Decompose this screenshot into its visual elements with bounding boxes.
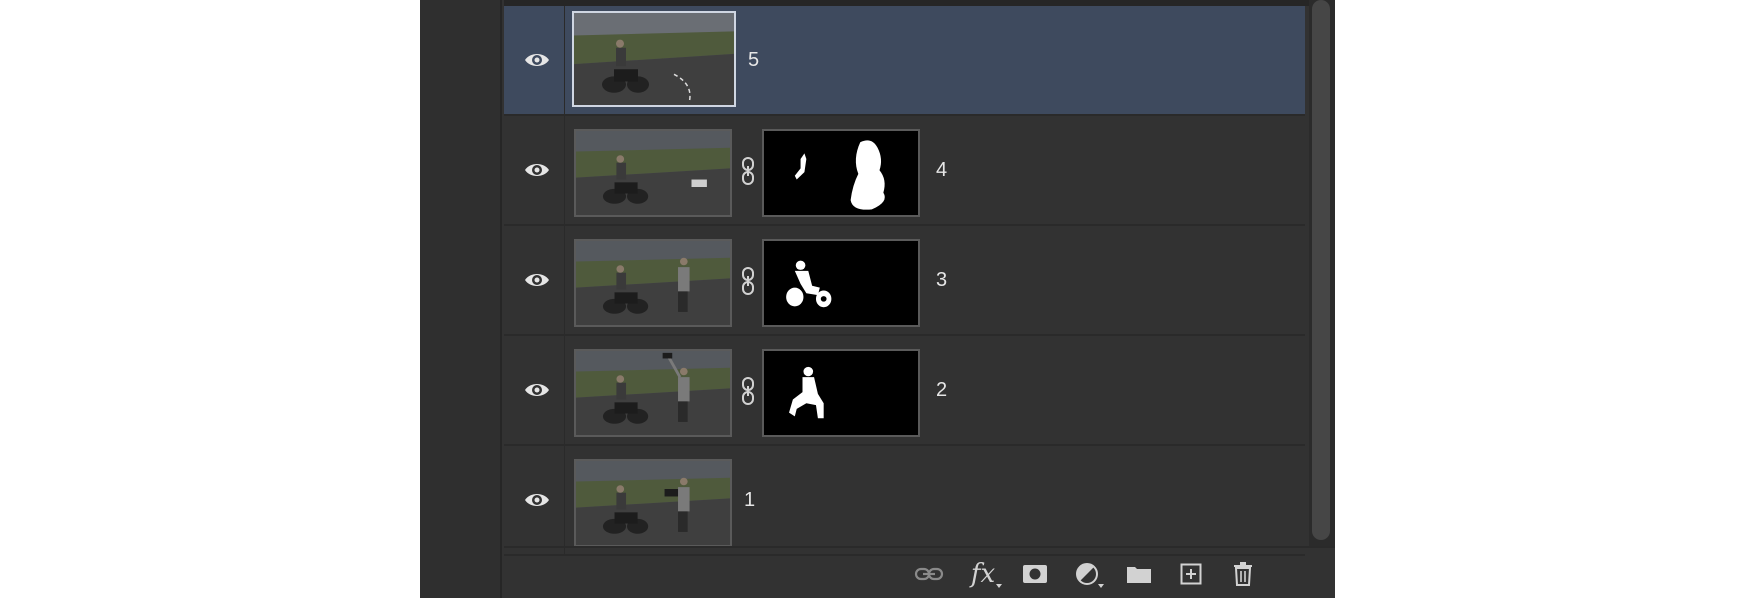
add-mask-icon	[1023, 565, 1047, 583]
new-layer-icon	[1180, 563, 1202, 585]
eye-icon[interactable]	[524, 50, 550, 70]
layer-mask-thumbnail[interactable]	[762, 239, 920, 327]
fx-icon: fx	[970, 559, 996, 589]
layer-name[interactable]: 4	[936, 159, 947, 182]
eye-icon[interactable]	[524, 380, 550, 400]
scrollbar-thumb[interactable]	[1312, 0, 1330, 540]
layer-name[interactable]: 1	[744, 489, 755, 512]
new-group-button[interactable]	[1122, 558, 1156, 590]
visibility-cell[interactable]	[504, 116, 565, 224]
layer-thumbnail[interactable]	[574, 129, 732, 217]
delete-layer-icon	[1234, 562, 1252, 586]
dropdown-triangle-icon	[996, 584, 1002, 588]
eye-icon[interactable]	[524, 160, 550, 180]
layer-style-button[interactable]: fx	[966, 558, 1002, 590]
visibility-cell[interactable]	[504, 6, 565, 114]
layer-name[interactable]: 2	[936, 379, 947, 402]
layers-panel: 5 4 3 2 1 fx	[420, 0, 1335, 598]
adjustment-layer-icon	[1076, 563, 1098, 585]
layer-row-2[interactable]: 2	[504, 336, 1305, 446]
layer-mask-thumbnail[interactable]	[762, 349, 920, 437]
layers-footer-toolbar: fx	[504, 546, 1335, 600]
layer-row-1[interactable]: 1	[504, 446, 1305, 556]
layer-mask-thumbnail[interactable]	[762, 129, 920, 217]
eye-icon[interactable]	[524, 490, 550, 510]
mask-link-icon[interactable]	[740, 376, 756, 406]
layer-list: 5 4 3 2 1	[504, 6, 1305, 556]
visibility-cell[interactable]	[504, 446, 565, 554]
mask-link-icon[interactable]	[740, 156, 756, 186]
add-mask-button[interactable]	[1018, 558, 1052, 590]
layer-name[interactable]: 3	[936, 269, 947, 292]
layer-thumbnail[interactable]	[574, 239, 732, 327]
layer-row-3[interactable]: 3	[504, 226, 1305, 336]
layer-row-5[interactable]: 5	[504, 6, 1305, 116]
new-group-icon	[1127, 567, 1151, 583]
panel-left-strip	[420, 0, 502, 598]
layer-thumbnail[interactable]	[574, 349, 732, 437]
new-layer-button[interactable]	[1174, 558, 1208, 590]
link-layers-icon	[914, 567, 944, 581]
link-layers-button[interactable]	[912, 558, 946, 590]
delete-layer-button[interactable]	[1226, 558, 1260, 590]
layer-thumbnail[interactable]	[572, 11, 736, 107]
visibility-cell[interactable]	[504, 336, 565, 444]
eye-icon[interactable]	[524, 270, 550, 290]
adjustment-layer-button[interactable]	[1070, 558, 1104, 590]
layer-row-4[interactable]: 4	[504, 116, 1305, 226]
dropdown-triangle-icon	[1098, 584, 1104, 588]
visibility-cell[interactable]	[504, 226, 565, 334]
layer-thumbnail[interactable]	[574, 459, 732, 547]
mask-link-icon[interactable]	[740, 266, 756, 296]
layer-name[interactable]: 5	[748, 49, 759, 72]
